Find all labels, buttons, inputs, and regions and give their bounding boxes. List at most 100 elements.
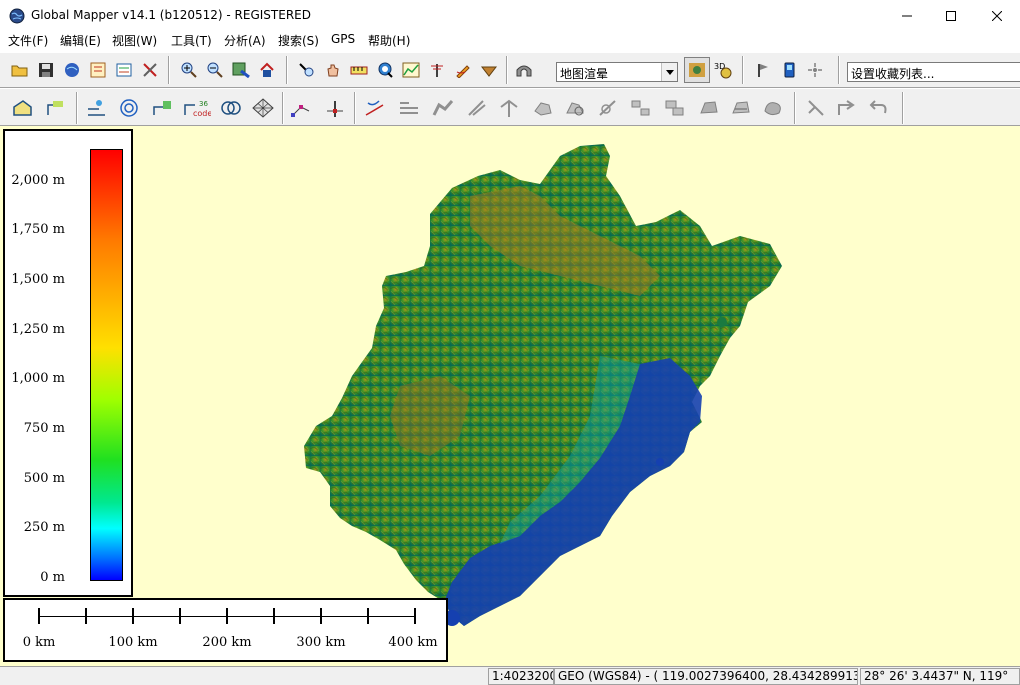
shader-dropdown[interactable]: 地图渲晕 xyxy=(556,62,678,82)
map-view[interactable]: 2,000 m 1,750 m 1,500 m 1,250 m 1,000 m … xyxy=(0,126,1020,666)
legend-tick-label: 2,000 m xyxy=(11,173,65,188)
grid-tool-button[interactable] xyxy=(248,93,278,123)
digitize-line-button[interactable] xyxy=(42,93,72,123)
union-button[interactable] xyxy=(660,93,690,123)
toolbar-separator xyxy=(76,92,78,124)
menu-view[interactable]: 视图(W) xyxy=(112,32,157,49)
menu-edit[interactable]: 编辑(E) xyxy=(60,32,101,49)
gps-track-button[interactable] xyxy=(802,57,828,83)
arrow-button[interactable] xyxy=(832,93,862,123)
smooth-icon xyxy=(732,101,750,114)
menu-analysis[interactable]: 分析(A) xyxy=(224,32,266,49)
shader-button[interactable] xyxy=(684,57,710,83)
merge-button[interactable] xyxy=(428,93,458,123)
3d-icon: 3D xyxy=(714,62,732,79)
flag-button[interactable] xyxy=(750,57,776,83)
contour-icon xyxy=(120,99,138,117)
toolbar-separator xyxy=(168,56,170,84)
digitizer-icon xyxy=(456,65,470,78)
menu-tools[interactable]: 工具(T) xyxy=(171,32,212,49)
save-button[interactable] xyxy=(33,57,59,83)
elevation-legend: 2,000 m 1,750 m 1,500 m 1,250 m 1,000 m … xyxy=(3,129,133,597)
zoom-extents-icon xyxy=(232,62,250,78)
crop-button[interactable] xyxy=(560,93,590,123)
gps-device-icon xyxy=(784,62,795,78)
move-vertex-button[interactable] xyxy=(286,93,316,123)
difference-button[interactable] xyxy=(694,93,724,123)
toolbar-separator xyxy=(506,56,508,84)
favorites-dropdown[interactable]: 设置收藏列表... xyxy=(847,62,1020,82)
edit-line-button[interactable] xyxy=(82,93,112,123)
minimize-button[interactable] xyxy=(884,0,930,31)
split-icon xyxy=(400,102,418,114)
vertical-shade-icon xyxy=(480,66,498,77)
edit-shape-button[interactable] xyxy=(800,93,830,123)
combine-button[interactable] xyxy=(528,93,558,123)
flag-icon xyxy=(758,64,768,77)
smooth-button[interactable] xyxy=(726,93,756,123)
crop-icon xyxy=(566,102,584,116)
home-button[interactable] xyxy=(254,57,280,83)
rotate-button[interactable] xyxy=(462,93,492,123)
legend-tick-label: 250 m xyxy=(23,520,65,535)
point-tool-button[interactable] xyxy=(148,93,178,123)
pan-tool-button[interactable] xyxy=(320,57,346,83)
trace-button[interactable] xyxy=(360,93,390,123)
split-button[interactable] xyxy=(394,93,424,123)
feature-info-button[interactable] xyxy=(372,57,398,83)
path-profile-button[interactable] xyxy=(398,57,424,83)
buffer-button[interactable] xyxy=(594,93,624,123)
maximize-button[interactable] xyxy=(928,0,974,31)
gps-device-button[interactable] xyxy=(776,57,802,83)
difference-icon xyxy=(700,101,718,114)
digitize-area-button[interactable] xyxy=(8,93,38,123)
open-button[interactable] xyxy=(7,57,33,83)
digitize-line-icon xyxy=(47,101,63,115)
undo-button[interactable] xyxy=(864,93,894,123)
zoom-in-button[interactable] xyxy=(176,57,202,83)
measure-tool-button[interactable] xyxy=(346,57,372,83)
zoom-out-button[interactable] xyxy=(202,57,228,83)
control-center-button[interactable] xyxy=(85,57,111,83)
pan-tool-icon xyxy=(327,64,339,77)
circle-tool-icon xyxy=(221,101,241,115)
intersect-button[interactable] xyxy=(626,93,656,123)
code-button[interactable]: code 36 xyxy=(182,93,212,123)
union-icon xyxy=(665,100,684,116)
status-scale: 1:4023200 xyxy=(488,668,554,685)
3d-view-button[interactable] xyxy=(511,57,537,83)
globe-data-button[interactable] xyxy=(59,57,85,83)
insert-vertex-icon xyxy=(327,101,343,117)
home-icon xyxy=(260,62,274,77)
zoom-extents-button[interactable] xyxy=(228,57,254,83)
svg-text:36: 36 xyxy=(199,100,208,108)
scale-button[interactable] xyxy=(494,93,524,123)
status-dms: 28° 26' 3.4437" N, 119° xyxy=(860,668,1020,685)
scale-tick xyxy=(414,608,416,624)
save-icon xyxy=(39,63,53,77)
globe-data-icon xyxy=(65,63,79,77)
config-button[interactable] xyxy=(111,57,137,83)
menu-help[interactable]: 帮助(H) xyxy=(368,32,410,49)
menu-search[interactable]: 搜索(S) xyxy=(278,32,319,49)
viewshed-button[interactable] xyxy=(424,57,450,83)
3d-button[interactable]: 3D xyxy=(710,57,736,83)
menu-file[interactable]: 文件(F) xyxy=(8,32,48,49)
menu-gps[interactable]: GPS xyxy=(331,32,355,46)
close-button[interactable] xyxy=(974,0,1020,31)
move-vertex-icon xyxy=(291,105,310,117)
contour-button[interactable] xyxy=(114,93,144,123)
scale-tick xyxy=(85,608,87,624)
vertical-shade-button[interactable] xyxy=(476,57,502,83)
circle-tool-button[interactable] xyxy=(216,93,246,123)
island xyxy=(717,317,727,327)
elevation-map[interactable] xyxy=(0,126,1020,666)
toolbar-separator xyxy=(282,92,284,124)
reshape-button[interactable] xyxy=(758,93,788,123)
zoom-tool-button[interactable] xyxy=(294,57,320,83)
scale-tick xyxy=(226,608,228,624)
tools-button[interactable] xyxy=(137,57,163,83)
insert-vertex-button[interactable] xyxy=(320,93,350,123)
toolbar-separator xyxy=(286,56,288,84)
digitizer-button[interactable] xyxy=(450,57,476,83)
